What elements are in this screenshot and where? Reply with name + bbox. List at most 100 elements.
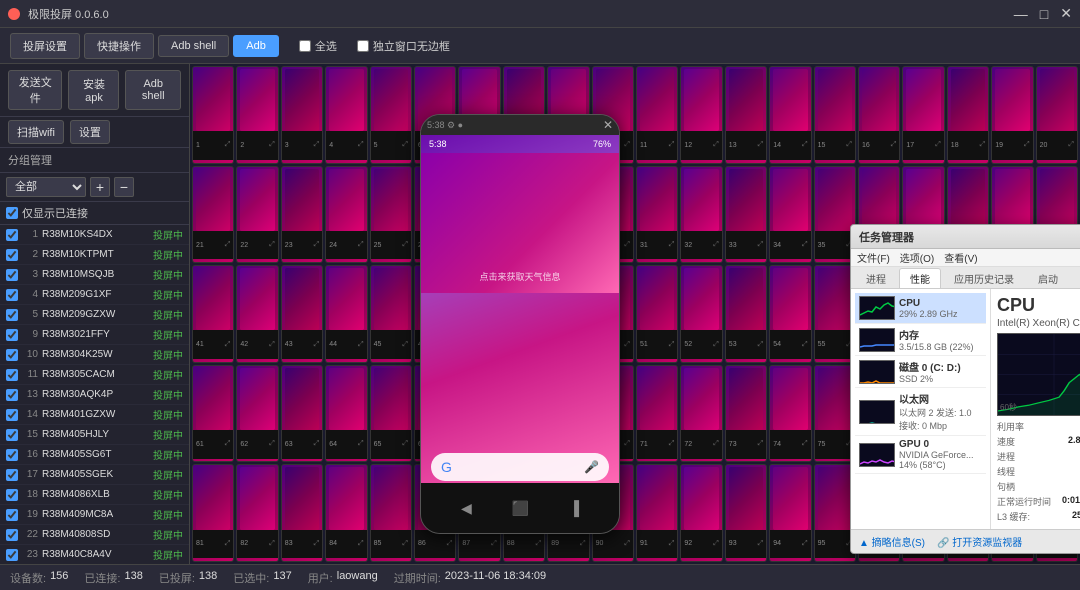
device-item[interactable]: 9 R38M3021FFY 投屏中 [0,325,189,345]
device-item[interactable]: 22 R38M40808SD 投屏中 [0,525,189,545]
minimize-button[interactable]: — [1014,5,1028,22]
bg-phone[interactable]: 5 ⤢ [370,66,412,164]
device-item[interactable]: 11 R38M305CACM 投屏中 [0,365,189,385]
tab-performance[interactable]: 性能 [899,268,941,288]
resource-network[interactable]: 以太网 以太网 2 发送: 1.0 接收: 0 Mbp [855,388,986,436]
device-item[interactable]: 18 R38M4086XLB 投屏中 [0,485,189,505]
bg-phone[interactable]: 54 ⤢ [769,265,811,363]
bg-phone[interactable]: 25 ⤢ [370,166,412,264]
bg-phone[interactable]: 42 ⤢ [236,265,278,363]
bg-phone[interactable]: 71 ⤢ [636,365,678,463]
bg-phone[interactable]: 93 ⤢ [725,464,767,562]
bg-phone[interactable]: 33 ⤢ [725,166,767,264]
bg-phone[interactable]: 16 ⤢ [858,66,900,164]
show-connected-toggle[interactable]: 仅显示已连接 [0,202,189,225]
install-apk-button[interactable]: 安装apk [68,70,119,110]
tab-users[interactable]: 用户 [1071,268,1080,288]
adb-button[interactable]: Adb [233,35,279,57]
bg-phone[interactable]: 85 ⤢ [370,464,412,562]
resource-cpu[interactable]: CPU 29% 2.89 GHz [855,293,986,324]
nav-back[interactable]: ◀ [461,500,472,517]
bg-phone[interactable]: 15 ⤢ [814,66,856,164]
bg-phone[interactable]: 17 ⤢ [902,66,944,164]
tab-app-history[interactable]: 应用历史记录 [943,268,1025,288]
bg-phone[interactable]: 4 ⤢ [325,66,367,164]
device-item[interactable]: 14 R38M401GZXW 投屏中 [0,405,189,425]
bg-phone[interactable]: 20 ⤢ [1036,66,1078,164]
bg-phone[interactable]: 81 ⤢ [192,464,234,562]
bg-phone[interactable]: 2 ⤢ [236,66,278,164]
close-button[interactable]: ✕ [1060,5,1072,22]
bg-phone[interactable]: 11 ⤢ [636,66,678,164]
maximize-button[interactable]: □ [1040,5,1048,22]
projection-settings-button[interactable]: 投屏设置 [10,33,80,59]
phone-search-bar[interactable]: G 🎤 [431,453,609,481]
bg-phone[interactable]: 24 ⤢ [325,166,367,264]
tab-startup[interactable]: 启动 [1027,268,1069,288]
adb-shell-button[interactable]: Adb shell [158,35,229,57]
bg-phone[interactable]: 51 ⤢ [636,265,678,363]
tm-resource-monitor-link[interactable]: 🔗 打开资源监视器 [937,534,1022,549]
device-item[interactable]: 2 R38M10KTPMT 投屏中 [0,245,189,265]
bg-phone[interactable]: 63 ⤢ [281,365,323,463]
resource-disk[interactable]: 磁盘 0 (C: D:) SSD 2% [855,356,986,388]
bg-phone[interactable]: 45 ⤢ [370,265,412,363]
quick-actions-button[interactable]: 快捷操作 [84,33,154,59]
bg-phone[interactable]: 72 ⤢ [680,365,722,463]
resource-memory[interactable]: 内存 3.5/15.8 GB (22%) [855,324,986,356]
remove-group-button[interactable]: − [114,177,134,197]
bg-phone[interactable]: 65 ⤢ [370,365,412,463]
bg-phone[interactable]: 32 ⤢ [680,166,722,264]
group-filter-select[interactable]: 全部 [6,177,86,197]
bg-phone[interactable]: 34 ⤢ [769,166,811,264]
device-item[interactable]: 17 R38M405SGEK 投屏中 [0,465,189,485]
device-item[interactable]: 23 R38M40C8A4V 投屏中 [0,545,189,564]
bg-phone[interactable]: 52 ⤢ [680,265,722,363]
resource-gpu[interactable]: GPU 0 NVIDIA GeForce... 14% (58°C) [855,436,986,474]
adb-shell-sidebar-button[interactable]: Adb shell [125,70,181,110]
bg-phone[interactable]: 61 ⤢ [192,365,234,463]
bg-phone[interactable]: 3 ⤢ [281,66,323,164]
tm-menu-file[interactable]: 文件(F) [857,250,890,265]
select-all-checkbox[interactable]: 全选 [299,38,337,54]
device-item[interactable]: 5 R38M209GZXW 投屏中 [0,305,189,325]
bg-phone[interactable]: 41 ⤢ [192,265,234,363]
phone-modal-close[interactable]: ✕ [603,118,613,132]
add-group-button[interactable]: + [90,177,110,197]
bg-phone[interactable]: 53 ⤢ [725,265,767,363]
scan-wifi-button[interactable]: 扫描wifi [8,120,64,144]
settings-button[interactable]: 设置 [70,120,110,144]
bg-phone[interactable]: 14 ⤢ [769,66,811,164]
send-file-button[interactable]: 发送文件 [8,70,62,110]
device-item[interactable]: 10 R38M304K25W 投屏中 [0,345,189,365]
bg-phone[interactable]: 64 ⤢ [325,365,367,463]
bg-phone[interactable]: 1 ⤢ [192,66,234,164]
bg-phone[interactable]: 83 ⤢ [281,464,323,562]
bg-phone[interactable]: 94 ⤢ [769,464,811,562]
bg-phone[interactable]: 19 ⤢ [991,66,1033,164]
bg-phone[interactable]: 84 ⤢ [325,464,367,562]
bg-phone[interactable]: 18 ⤢ [947,66,989,164]
bg-phone[interactable]: 62 ⤢ [236,365,278,463]
bg-phone[interactable]: 21 ⤢ [192,166,234,264]
bg-phone[interactable]: 91 ⤢ [636,464,678,562]
nav-home[interactable]: ⬛ [512,500,529,517]
tm-menu-view[interactable]: 查看(V) [944,250,977,265]
device-item[interactable]: 19 R38M409MC8A 投屏中 [0,505,189,525]
bg-phone[interactable]: 92 ⤢ [680,464,722,562]
bg-phone[interactable]: 74 ⤢ [769,365,811,463]
device-item[interactable]: 13 R38M30AQK4P 投屏中 [0,385,189,405]
bg-phone[interactable]: 73 ⤢ [725,365,767,463]
device-item[interactable]: 15 R38M405HJLY 投屏中 [0,425,189,445]
bg-phone[interactable]: 43 ⤢ [281,265,323,363]
device-item[interactable]: 4 R38M209G1XF 投屏中 [0,285,189,305]
bg-phone[interactable]: 82 ⤢ [236,464,278,562]
bg-phone[interactable]: 31 ⤢ [636,166,678,264]
device-item[interactable]: 16 R38M405SG6T 投屏中 [0,445,189,465]
device-item[interactable]: 3 R38M10MSQJB 投屏中 [0,265,189,285]
tab-processes[interactable]: 进程 [855,268,897,288]
bg-phone[interactable]: 22 ⤢ [236,166,278,264]
bg-phone[interactable]: 23 ⤢ [281,166,323,264]
bg-phone[interactable]: 12 ⤢ [680,66,722,164]
independent-window-checkbox[interactable]: 独立窗口无边框 [357,38,450,54]
